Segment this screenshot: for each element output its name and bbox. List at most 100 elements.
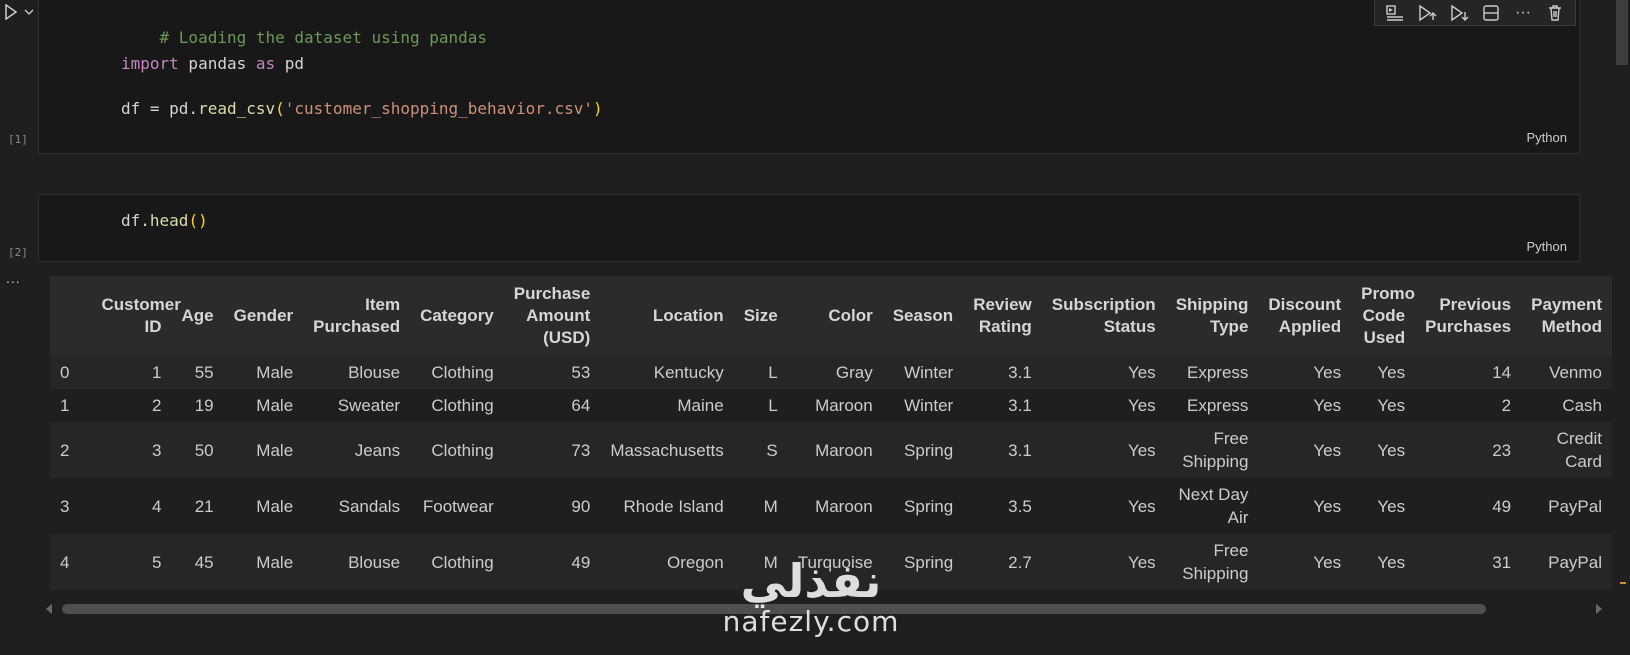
table-cell: Rhode Island (600, 478, 734, 534)
code-line-import: import pandas as pd (121, 54, 305, 73)
column-header: Location (600, 276, 734, 356)
column-header: Purchase Amount (USD) (503, 276, 601, 356)
table-cell: 4 (91, 478, 172, 534)
table-cell: Free Shipping (1165, 422, 1259, 478)
row-index: 2 (50, 422, 92, 478)
watermark-arabic-text: نفذلي (740, 554, 882, 608)
execution-count: [1] (8, 133, 28, 146)
column-header: Season (882, 276, 964, 356)
table-cell: Jeans (303, 422, 411, 478)
code-cell-1[interactable]: # Loading the dataset using pandas impor… (38, 0, 1580, 154)
table-cell: 23 (1415, 422, 1522, 478)
table-row: 1 2 19 Male Sweater Clothing 64 Maine L Maroon Win… (50, 389, 1612, 422)
table-cell: Male (223, 534, 304, 590)
table-cell: 21 (171, 478, 224, 534)
table-cell: Footwear (410, 478, 504, 534)
table-cell: Cash (1521, 389, 1612, 422)
table-cell: 73 (503, 422, 601, 478)
table-cell: 49 (503, 534, 601, 590)
code-cell-2[interactable]: df.head() Python (38, 194, 1580, 262)
table-cell: Clothing (410, 356, 504, 389)
table-cell: Yes (1041, 478, 1166, 534)
cell-toolbar: ··· (1374, 0, 1576, 26)
table-cell: 2 (1415, 389, 1522, 422)
table-cell: Male (223, 389, 304, 422)
index-header (50, 276, 92, 356)
table-header-row: Customer ID Age Gender Item Purchased Catego… (50, 276, 1612, 356)
scroll-left-arrow-icon[interactable] (46, 604, 52, 614)
table-cell: Yes (1041, 356, 1166, 389)
table-cell: Express (1165, 356, 1259, 389)
table-cell: Sandals (303, 478, 411, 534)
column-header: Previous Purchases (1415, 276, 1522, 356)
table-cell: Yes (1351, 389, 1416, 422)
table-cell: Next Day Air (1165, 478, 1259, 534)
execute-below-icon[interactable] (1448, 2, 1470, 24)
table-cell: Maroon (787, 389, 883, 422)
row-index: 3 (50, 478, 92, 534)
cell-language-label[interactable]: Python (1527, 239, 1567, 254)
table-cell: 3 (91, 422, 172, 478)
table-cell: Maroon (787, 478, 883, 534)
watermark-url: nafezly.com (722, 605, 900, 638)
table-cell: 3.1 (963, 389, 1042, 422)
vertical-scrollbar-thumb[interactable] (1616, 0, 1628, 65)
table-cell: Yes (1258, 534, 1352, 590)
table-cell: 55 (171, 356, 224, 389)
table-cell: L (733, 389, 788, 422)
table-cell: Sweater (303, 389, 411, 422)
table-cell: 3.5 (963, 478, 1042, 534)
scroll-right-arrow-icon[interactable] (1596, 604, 1602, 614)
table-cell: Free Shipping (1165, 534, 1259, 590)
table-cell: Massachusetts (600, 422, 734, 478)
dataframe-output: Customer ID Age Gender Item Purchased Catego… (50, 276, 1612, 594)
table-cell: Clothing (410, 534, 504, 590)
table-cell: Maroon (787, 422, 883, 478)
table-cell: 2.7 (963, 534, 1042, 590)
table-cell: Yes (1351, 422, 1416, 478)
row-index: 1 (50, 389, 92, 422)
table-cell: Blouse (303, 356, 411, 389)
table-cell: PayPal (1521, 534, 1612, 590)
column-header: Subscription Status (1041, 276, 1166, 356)
column-header: Size (733, 276, 788, 356)
chevron-down-icon[interactable] (24, 8, 34, 16)
column-header: Promo Code Used (1351, 276, 1416, 356)
table-cell: Clothing (410, 389, 504, 422)
table-cell: M (733, 478, 788, 534)
row-index: 4 (50, 534, 92, 590)
table-cell: Spring (882, 422, 964, 478)
table-cell: PayPal (1521, 478, 1612, 534)
execute-above-icon[interactable] (1416, 2, 1438, 24)
run-cell-controls[interactable] (4, 2, 38, 22)
cell-language-label[interactable]: Python (1527, 130, 1567, 145)
execution-count: [2] (8, 246, 28, 259)
table-cell: Yes (1351, 534, 1416, 590)
run-cell-icon[interactable] (4, 4, 18, 20)
table-cell: 3.1 (963, 356, 1042, 389)
table-row: 3 4 21 Male Sandals Footwear 90 Rhode Island M Ma… (50, 478, 1612, 534)
table-cell: Express (1165, 389, 1259, 422)
table-cell: 64 (503, 389, 601, 422)
table-cell: Yes (1258, 356, 1352, 389)
table-cell: Gray (787, 356, 883, 389)
output-actions-ellipsis[interactable]: ... (6, 270, 21, 286)
delete-cell-icon[interactable] (1544, 2, 1566, 24)
column-header: Discount Applied (1258, 276, 1352, 356)
table-cell: Yes (1351, 356, 1416, 389)
row-index: 0 (50, 356, 92, 389)
table-cell: Clothing (410, 422, 504, 478)
split-cell-icon[interactable] (1480, 2, 1502, 24)
table-cell: Venmo (1521, 356, 1612, 389)
table-cell: Blouse (303, 534, 411, 590)
table-cell: L (733, 356, 788, 389)
column-header: Customer ID (91, 276, 181, 356)
table-cell: S (733, 422, 788, 478)
table-cell: 50 (171, 422, 224, 478)
table-cell: Yes (1041, 422, 1166, 478)
column-header: Item Purchased (303, 276, 411, 356)
run-by-line-icon[interactable] (1384, 2, 1406, 24)
table-cell: 2 (91, 389, 172, 422)
table-cell: Spring (882, 478, 964, 534)
more-actions-icon[interactable]: ··· (1512, 2, 1534, 24)
